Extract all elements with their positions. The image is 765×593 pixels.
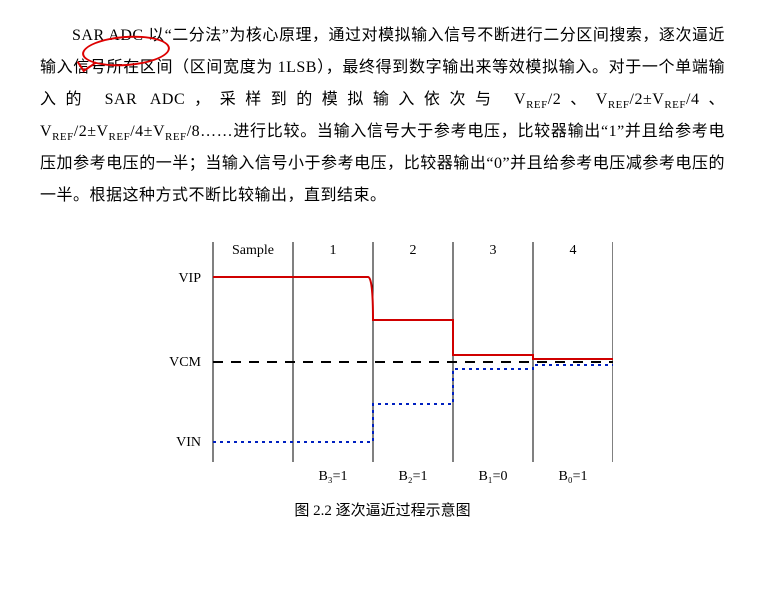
col-label-sample: Sample (232, 243, 274, 258)
text-run: /2、V (548, 91, 608, 108)
bit-label-b0: B₀=1 (558, 469, 587, 484)
text-run: /4±V (130, 123, 165, 140)
body-paragraph: SAR ADC 以“二分法”为核心原理，通过对模拟输入信号不断进行二分区间搜索，… (40, 20, 725, 212)
col-label-1: 1 (329, 243, 336, 258)
figure-sar-approx: Sample 1 2 3 4 VIP VCM VIN B₃=1 B₂=1 B₁=… (123, 232, 643, 526)
y-label-vip: VIP (178, 271, 201, 286)
bit-label-b2: B₂=1 (398, 469, 427, 484)
y-label-vcm: VCM (169, 355, 201, 370)
subscript: REF (109, 131, 131, 143)
vip-trace (213, 277, 613, 359)
bit-label-b3: B₃=1 (318, 469, 347, 484)
col-label-4: 4 (569, 243, 576, 258)
subscript: REF (165, 131, 187, 143)
subscript: REF (526, 99, 548, 111)
bit-label-b1: B₁=0 (478, 469, 507, 484)
figure-caption: 图 2.2 逐次逼近过程示意图 (123, 496, 643, 526)
sar-diagram-svg: Sample 1 2 3 4 VIP VCM VIN B₃=1 B₂=1 B₁=… (153, 232, 613, 492)
col-label-3: 3 (489, 243, 496, 258)
text-run: /2±V (74, 123, 109, 140)
subscript: REF (608, 99, 630, 111)
text-run: SAR ADC 以“二分法”为核心原理，通过对模拟输入信号不断进行二分区间搜索，… (40, 27, 725, 108)
subscript: REF (52, 131, 74, 143)
text-run: /2±V (630, 91, 665, 108)
subscript: REF (664, 99, 686, 111)
vin-trace (213, 365, 613, 442)
y-label-vin: VIN (176, 435, 201, 450)
col-label-2: 2 (409, 243, 416, 258)
